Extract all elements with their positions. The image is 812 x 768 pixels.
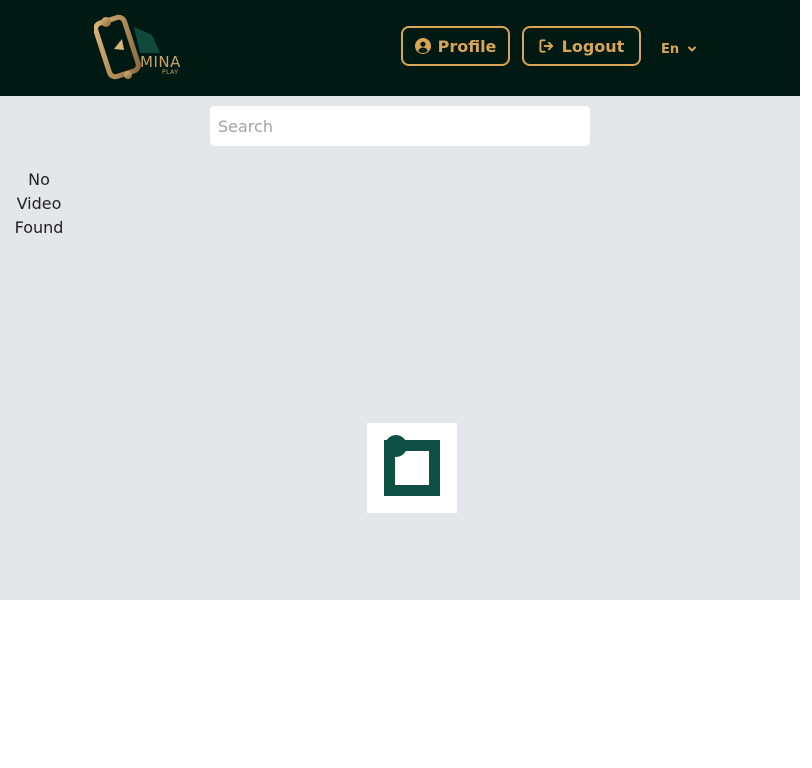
top-navbar: MINA PLAY Profile Logout En — [0, 0, 800, 96]
logout-button[interactable]: Logout — [522, 26, 641, 66]
profile-button-label: Profile — [437, 36, 497, 56]
sign-out-icon — [539, 38, 555, 54]
language-selector[interactable]: En — [661, 40, 697, 58]
brand-logo[interactable]: MINA PLAY — [94, 13, 186, 83]
profile-button[interactable]: Profile — [401, 26, 510, 66]
brand-name: MINA — [140, 53, 181, 71]
language-selected: En — [661, 41, 680, 57]
loading-spinner-icon — [384, 435, 440, 496]
logout-button-label: Logout — [561, 36, 625, 56]
user-circle-icon — [414, 38, 431, 54]
search-input[interactable] — [210, 106, 590, 146]
loading-spinner — [367, 423, 457, 513]
video-list-area: No Video Found — [0, 96, 800, 600]
brand-subtitle: PLAY — [162, 69, 179, 76]
no-video-message: No Video Found — [14, 170, 64, 237]
page: MINA PLAY Profile Logout En Search No Vi… — [0, 0, 800, 768]
chevron-down-icon — [687, 44, 697, 54]
